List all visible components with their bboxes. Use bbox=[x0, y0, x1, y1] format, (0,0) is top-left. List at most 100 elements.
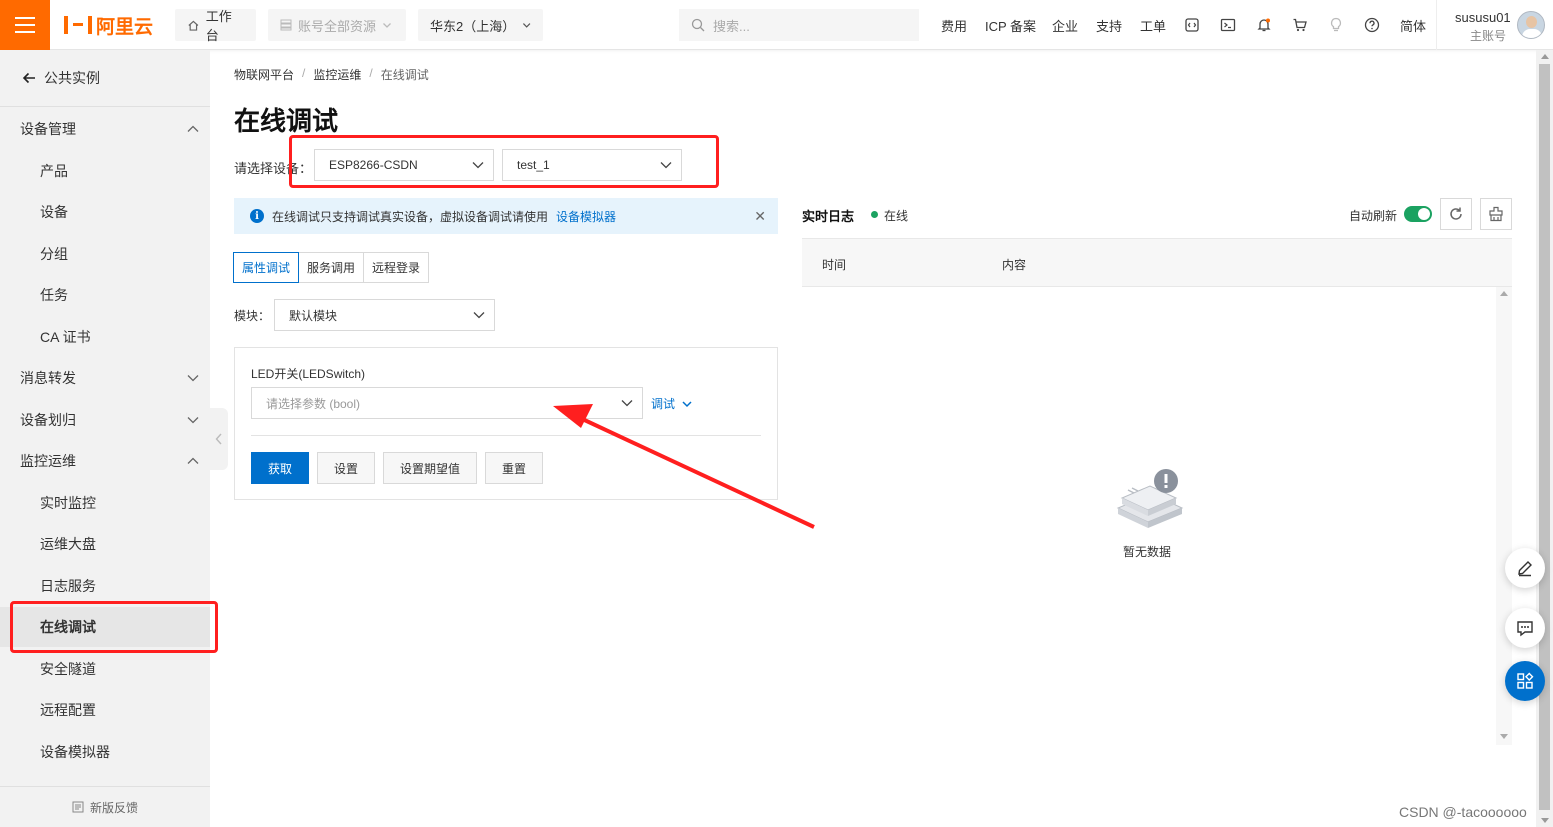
tab-remote-login[interactable]: 远程登录 bbox=[363, 252, 430, 283]
clear-icon bbox=[1489, 206, 1503, 222]
sidebar-collapse-handle[interactable] bbox=[210, 408, 228, 470]
language-switch[interactable]: 简体 bbox=[1400, 0, 1426, 50]
nav-billing[interactable]: 费用 bbox=[941, 0, 967, 50]
auto-refresh-toggle[interactable] bbox=[1404, 206, 1432, 222]
reset-button[interactable]: 重置 bbox=[485, 452, 543, 484]
set-desired-button[interactable]: 设置期望值 bbox=[383, 452, 477, 484]
home-icon bbox=[188, 20, 199, 31]
sidebar-item-secure-tunnel[interactable]: 安全隧道 bbox=[0, 649, 210, 689]
simulator-link[interactable]: 设备模拟器 bbox=[556, 208, 616, 225]
set-button[interactable]: 设置 bbox=[317, 452, 375, 484]
sidebar-item-device[interactable]: 设备 bbox=[0, 192, 210, 232]
logo-mark-icon bbox=[64, 16, 92, 34]
sidebar-item-message-forward[interactable]: 消息转发 bbox=[0, 358, 210, 398]
close-icon[interactable]: ✕ bbox=[754, 208, 766, 225]
breadcrumb: 物联网平台 / 监控运维 / 在线调试 bbox=[234, 66, 429, 83]
breadcrumb-separator: / bbox=[302, 66, 306, 80]
chevron-down-icon bbox=[383, 23, 391, 28]
terminal-icon[interactable] bbox=[1218, 15, 1238, 35]
breadcrumb-monitoring[interactable]: 监控运维 bbox=[313, 66, 361, 83]
sidebar-item-online-debug[interactable]: 在线调试 bbox=[0, 607, 210, 647]
module-select[interactable]: 默认模块 bbox=[274, 299, 495, 331]
device-label: 请选择设备： bbox=[234, 161, 313, 176]
workbench-button[interactable]: 工作台 bbox=[175, 9, 256, 43]
avatar bbox=[1517, 11, 1545, 39]
module-select-value: 默认模块 bbox=[289, 308, 338, 323]
empty-text: 暂无数据 bbox=[1123, 545, 1172, 559]
online-status: 在线 bbox=[884, 209, 909, 223]
chevron-down-icon bbox=[522, 23, 531, 28]
feedback-link[interactable]: 新版反馈 bbox=[0, 786, 210, 827]
sidebar-item-ops-dashboard[interactable]: 运维大盘 bbox=[0, 524, 210, 564]
account-resources-select[interactable]: 账号全部资源 bbox=[268, 9, 406, 41]
region-select[interactable]: 华东2（上海） bbox=[418, 9, 543, 41]
search-placeholder: 搜索... bbox=[713, 18, 750, 34]
sidebar-item-ca-cert[interactable]: CA 证书 bbox=[0, 317, 210, 357]
apps-float-button[interactable] bbox=[1505, 661, 1545, 701]
tab-property-debug[interactable]: 属性调试 bbox=[233, 252, 300, 283]
sidebar-item-label: 日志服务 bbox=[40, 577, 96, 594]
sidebar-item-product[interactable]: 产品 bbox=[0, 151, 210, 191]
sidebar-item-label: 运维大盘 bbox=[40, 536, 96, 552]
sidebar-item-device-simulator[interactable]: 设备模拟器 bbox=[0, 732, 210, 772]
col-time: 时间 bbox=[822, 258, 847, 272]
product-select[interactable]: ESP8266-CSDN bbox=[314, 149, 494, 181]
breadcrumb-iot[interactable]: 物联网平台 bbox=[234, 66, 294, 83]
page-title: 在线调试 bbox=[234, 106, 339, 136]
apps-icon bbox=[1517, 672, 1534, 689]
sidebar-item-label: 消息转发 bbox=[20, 370, 76, 386]
user-menu[interactable]: sususu01 主账号 bbox=[1436, 0, 1553, 50]
nav-support[interactable]: 支持 bbox=[1096, 0, 1122, 50]
chevron-down-icon bbox=[682, 400, 692, 407]
edit-float-button[interactable] bbox=[1505, 548, 1545, 588]
divider bbox=[251, 435, 761, 436]
search-input[interactable]: 搜索... bbox=[679, 9, 919, 41]
refresh-button[interactable] bbox=[1440, 198, 1472, 230]
sidebar-item-device-assign[interactable]: 设备划归 bbox=[0, 400, 210, 440]
sidebar-item-label: 设备模拟器 bbox=[40, 743, 110, 760]
auto-refresh-label: 自动刷新 bbox=[1349, 209, 1398, 223]
tab-service-call[interactable]: 服务调用 bbox=[298, 252, 365, 283]
cart-icon[interactable] bbox=[1290, 15, 1310, 35]
aliyun-logo[interactable]: 阿里云 bbox=[64, 13, 153, 38]
back-label: 公共实例 bbox=[44, 70, 100, 86]
online-status-dot bbox=[871, 211, 878, 218]
nav-enterprise[interactable]: 企业 bbox=[1052, 0, 1078, 50]
page-scrollbar[interactable] bbox=[1536, 50, 1553, 827]
chevron-up-icon bbox=[187, 125, 199, 132]
sidebar-item-monitoring[interactable]: 监控运维 bbox=[0, 441, 210, 481]
sidebar-item-remote-config[interactable]: 远程配置 bbox=[0, 690, 210, 730]
sidebar-item-device-mgmt[interactable]: 设备管理 bbox=[0, 109, 210, 149]
chevron-down-icon bbox=[187, 416, 199, 423]
sidebar-item-realtime-monitor[interactable]: 实时监控 bbox=[0, 483, 210, 523]
region-label: 华东2（上海） bbox=[430, 18, 516, 34]
debug-tabs: 属性调试 服务调用 远程登录 bbox=[233, 252, 430, 283]
nav-icp[interactable]: ICP 备案 bbox=[985, 0, 1036, 50]
refresh-icon bbox=[1450, 207, 1462, 220]
code-icon[interactable] bbox=[1182, 15, 1202, 35]
get-button[interactable]: 获取 bbox=[251, 452, 309, 484]
sidebar-item-log-service[interactable]: 日志服务 bbox=[0, 566, 210, 606]
bulb-icon[interactable] bbox=[1326, 15, 1346, 35]
menu-icon[interactable] bbox=[0, 0, 50, 50]
property-name: LED开关(LEDSwitch) bbox=[251, 367, 366, 381]
bell-icon[interactable] bbox=[1254, 15, 1274, 35]
help-icon[interactable] bbox=[1362, 15, 1382, 35]
arrow-left-icon bbox=[22, 72, 35, 84]
clear-button[interactable] bbox=[1480, 198, 1512, 230]
debug-dropdown[interactable]: 调试 bbox=[651, 395, 693, 412]
sidebar-item-label: 设备管理 bbox=[20, 121, 76, 137]
breadcrumb-separator: / bbox=[369, 66, 373, 80]
param-select[interactable]: 请选择参数 (bool) bbox=[251, 387, 643, 419]
back-link[interactable]: 公共实例 bbox=[0, 50, 210, 107]
module-label: 模块： bbox=[234, 309, 271, 323]
sidebar-item-label: 监控运维 bbox=[20, 453, 76, 469]
nav-ticket[interactable]: 工单 bbox=[1140, 0, 1166, 50]
scrollbar-thumb[interactable] bbox=[1539, 64, 1550, 810]
chat-float-button[interactable] bbox=[1505, 608, 1545, 648]
account-resources-label: 账号全部资源 bbox=[298, 18, 377, 34]
device-select[interactable]: test_1 bbox=[502, 149, 682, 181]
sidebar-item-task[interactable]: 任务 bbox=[0, 275, 210, 315]
sidebar-item-label: 分组 bbox=[40, 245, 68, 262]
sidebar-item-group[interactable]: 分组 bbox=[0, 234, 210, 274]
